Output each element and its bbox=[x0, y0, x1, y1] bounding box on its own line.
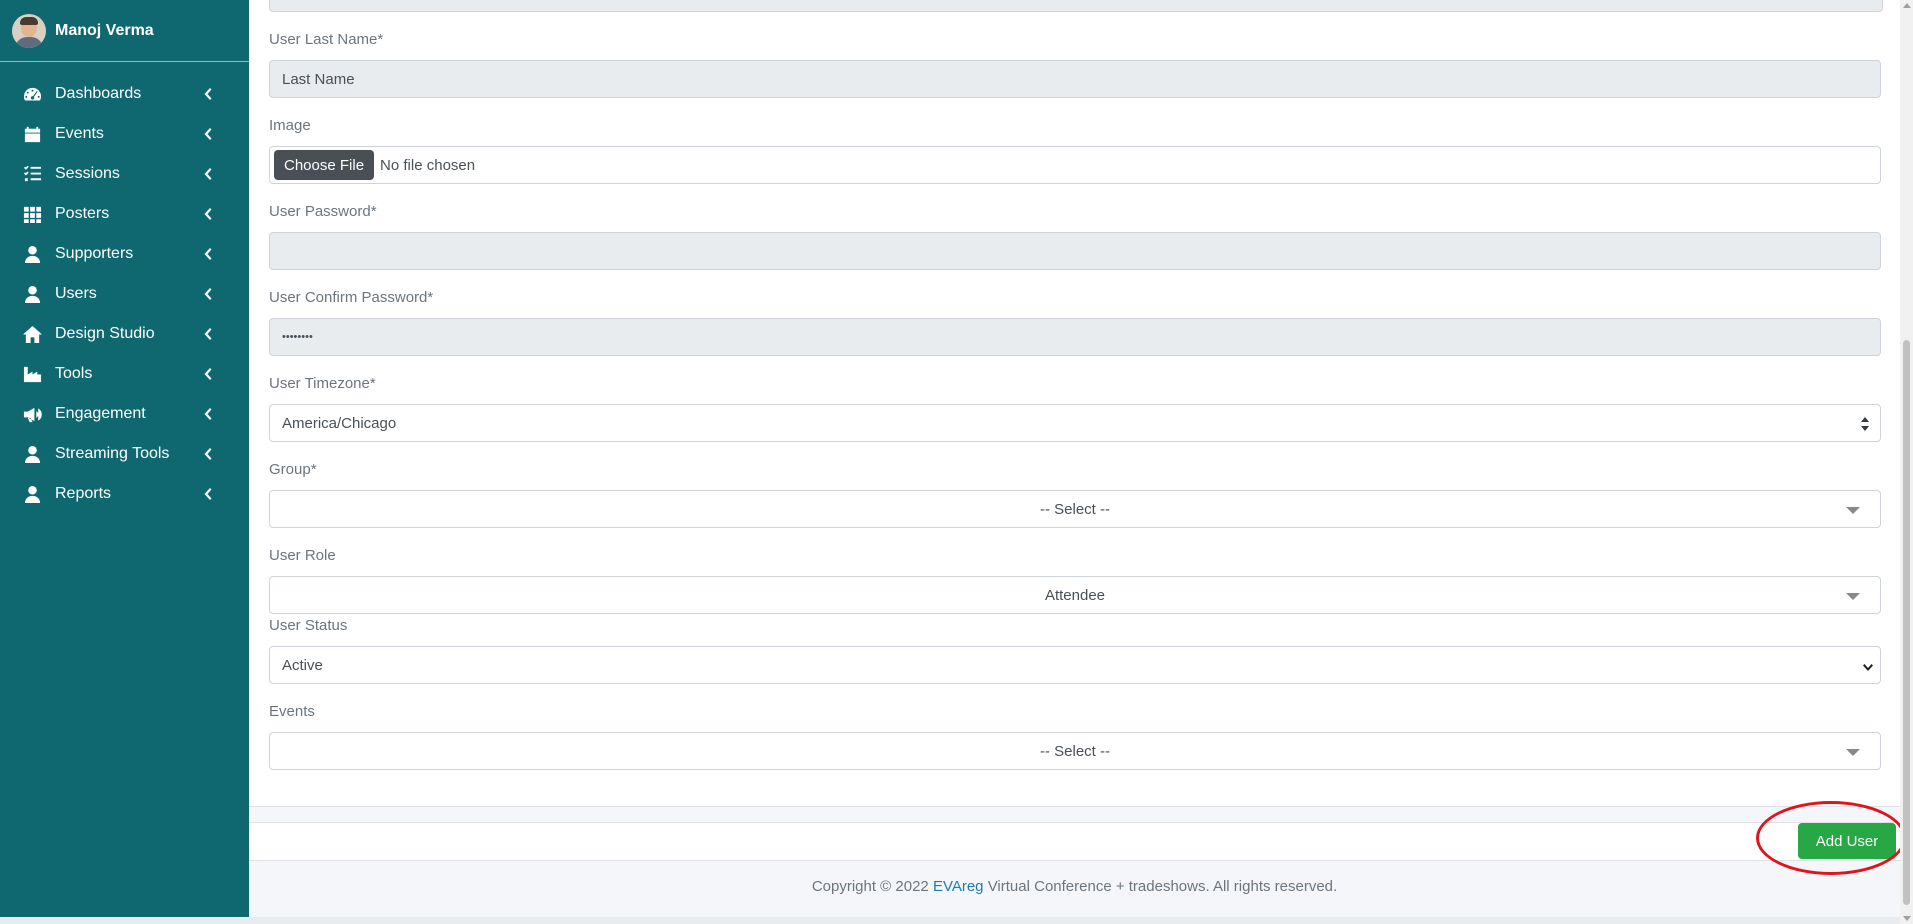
sidebar-item-label: Events bbox=[55, 125, 104, 142]
chevron-left-icon bbox=[202, 167, 212, 181]
confirm-password-input[interactable]: •••••••• bbox=[269, 318, 1881, 356]
events-select[interactable]: -- Select -- bbox=[269, 732, 1881, 770]
sidebar-item-reports[interactable]: Reports bbox=[0, 474, 249, 514]
password-label: User Password* bbox=[269, 203, 377, 220]
sidebar-item-users[interactable]: Users bbox=[0, 274, 249, 314]
password-input[interactable] bbox=[269, 232, 1881, 270]
chevron-left-icon bbox=[202, 287, 212, 301]
sidebar-item-label: Reports bbox=[55, 485, 112, 502]
sidebar-item-tools[interactable]: Tools bbox=[0, 354, 249, 394]
industry-icon bbox=[22, 364, 42, 384]
sidebar-item-dashboards[interactable]: Dashboards bbox=[0, 74, 249, 114]
chevron-left-icon bbox=[202, 327, 212, 341]
chevron-left-icon bbox=[202, 367, 212, 381]
bullhorn-icon bbox=[22, 404, 42, 424]
sidebar: Manoj Verma Dashboards Events Sessions P… bbox=[0, 0, 249, 924]
status-select[interactable]: Active bbox=[269, 646, 1881, 684]
role-select[interactable]: Attendee bbox=[269, 576, 1881, 614]
status-label: User Status bbox=[269, 617, 348, 634]
caret-down-icon bbox=[1846, 593, 1860, 600]
choose-file-button[interactable]: Choose File bbox=[274, 150, 375, 180]
vertical-scrollbar[interactable] bbox=[1900, 0, 1913, 924]
file-status: No file chosen bbox=[380, 156, 476, 174]
home-icon bbox=[22, 324, 42, 344]
sidebar-item-label: Posters bbox=[55, 205, 110, 222]
last-name-value: Last Name bbox=[282, 70, 355, 88]
chevron-left-icon bbox=[202, 87, 212, 101]
scroll-up-icon[interactable] bbox=[1903, 3, 1911, 8]
brand-link[interactable]: EVAreg bbox=[933, 878, 984, 895]
copyright-footer: Copyright © 2022 EVAreg Virtual Conferen… bbox=[249, 878, 1900, 895]
tachometer-icon bbox=[22, 84, 42, 104]
user-name: Manoj Verma bbox=[55, 21, 154, 39]
sidebar-item-label: Engagement bbox=[55, 405, 146, 422]
status-value: Active bbox=[282, 656, 323, 674]
copyright-prefix: Copyright © 2022 bbox=[811, 878, 933, 895]
sidebar-item-label: Supporters bbox=[55, 245, 134, 262]
group-value: -- Select -- bbox=[1039, 500, 1110, 518]
last-name-input[interactable]: Last Name bbox=[269, 60, 1881, 98]
image-label: Image bbox=[269, 117, 311, 134]
sidebar-item-posters[interactable]: Posters bbox=[0, 194, 249, 234]
sort-icon bbox=[1860, 416, 1870, 432]
chevron-left-icon bbox=[202, 407, 212, 421]
group-select[interactable]: -- Select -- bbox=[269, 490, 1881, 528]
scroll-down-icon[interactable] bbox=[1903, 916, 1911, 921]
add-user-form-card: User Last Name* Last Name Image Choose F… bbox=[249, 0, 1900, 807]
sidebar-item-label: Streaming Tools bbox=[55, 445, 170, 462]
sidebar-item-label: Tools bbox=[55, 365, 93, 382]
calendar-icon bbox=[22, 124, 42, 144]
user-icon bbox=[22, 484, 42, 504]
sidebar-item-sessions[interactable]: Sessions bbox=[0, 154, 249, 194]
chevron-left-icon bbox=[202, 487, 212, 501]
events-label: Events bbox=[269, 703, 315, 720]
role-value: Attendee bbox=[1044, 586, 1106, 604]
avatar bbox=[12, 13, 46, 48]
chevron-left-icon bbox=[202, 207, 212, 221]
sidebar-item-events[interactable]: Events bbox=[0, 114, 249, 154]
previous-field[interactable] bbox=[269, 0, 1883, 12]
sidebar-item-streaming-tools[interactable]: Streaming Tools bbox=[0, 434, 249, 474]
user-icon bbox=[22, 244, 42, 264]
group-label: Group* bbox=[269, 461, 317, 478]
form-actions-bar bbox=[249, 822, 1900, 861]
sidebar-item-label: Users bbox=[55, 285, 97, 302]
confirm-password-value: •••••••• bbox=[282, 331, 313, 343]
role-label: User Role bbox=[269, 547, 336, 564]
sidebar-item-label: Design Studio bbox=[55, 325, 155, 342]
sidebar-item-label: Sessions bbox=[55, 165, 120, 182]
timezone-value: America/Chicago bbox=[282, 414, 397, 432]
scroll-thumb[interactable] bbox=[1903, 340, 1910, 905]
main-content: User Last Name* Last Name Image Choose F… bbox=[249, 0, 1906, 924]
caret-down-icon bbox=[1846, 749, 1860, 756]
add-user-button[interactable]: Add User bbox=[1798, 823, 1896, 859]
chevron-down-icon bbox=[1862, 660, 1874, 671]
user-icon bbox=[22, 284, 42, 304]
user-panel[interactable]: Manoj Verma bbox=[0, 0, 249, 62]
timezone-label: User Timezone* bbox=[269, 375, 376, 392]
chevron-left-icon bbox=[202, 127, 212, 141]
sidebar-item-design-studio[interactable]: Design Studio bbox=[0, 314, 249, 354]
grid-icon bbox=[22, 204, 42, 224]
chevron-left-icon bbox=[202, 247, 212, 261]
copyright-suffix: Virtual Conference + tradeshows. All rig… bbox=[983, 878, 1338, 895]
chevron-left-icon bbox=[202, 447, 212, 461]
events-value: -- Select -- bbox=[1039, 742, 1110, 760]
image-file-input[interactable]: Choose File No file chosen bbox=[269, 146, 1881, 184]
sidebar-item-label: Dashboards bbox=[55, 85, 142, 102]
confirm-password-label: User Confirm Password* bbox=[269, 289, 434, 306]
tasks-icon bbox=[22, 164, 42, 184]
last-name-label: User Last Name* bbox=[269, 31, 384, 48]
caret-down-icon bbox=[1846, 507, 1860, 514]
user-icon bbox=[22, 444, 42, 464]
horizontal-scrollbar[interactable] bbox=[0, 917, 1900, 924]
sidebar-item-supporters[interactable]: Supporters bbox=[0, 234, 249, 274]
sidebar-item-engagement[interactable]: Engagement bbox=[0, 394, 249, 434]
sidebar-nav: Dashboards Events Sessions Posters Suppo… bbox=[0, 74, 249, 514]
timezone-select[interactable]: America/Chicago bbox=[269, 404, 1881, 442]
